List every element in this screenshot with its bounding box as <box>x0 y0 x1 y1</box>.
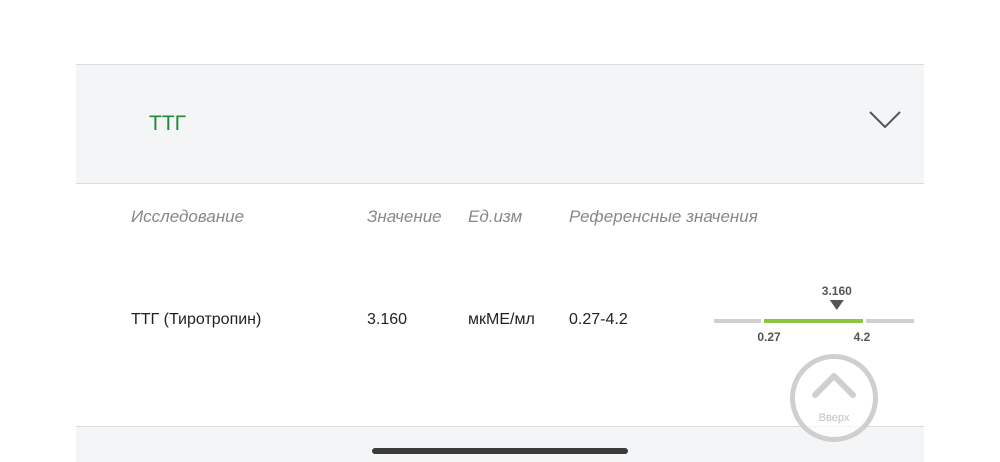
column-header-study: Исследование <box>131 207 245 226</box>
section-header-tsh[interactable]: ТТГ <box>76 64 924 184</box>
chevron-down-icon[interactable] <box>868 109 902 131</box>
row-reference: 0.27-4.2 <box>569 311 628 328</box>
next-section-divider <box>76 426 924 462</box>
range-min-label: 0.27 <box>757 330 781 344</box>
scroll-to-top-label: Вверх <box>818 412 850 424</box>
row-unit: мкМЕ/мл <box>468 311 535 328</box>
chevron-up-icon <box>812 373 856 398</box>
range-max-label: 4.2 <box>854 330 871 344</box>
page: ТТГ Исследование Значение Ед.изм Референ… <box>0 0 1000 462</box>
range-value-label: 3.160 <box>822 284 852 298</box>
column-header-reference: Референсные значения <box>569 207 758 226</box>
column-header-value: Значение <box>367 207 442 226</box>
range-bar-high <box>866 319 914 323</box>
home-indicator <box>372 448 628 454</box>
row-study-name: ТТГ (Тиротропин) <box>131 311 262 328</box>
scroll-to-top-button[interactable]: Вверх <box>790 354 878 442</box>
section-title: ТТГ <box>149 112 187 135</box>
range-bar-low <box>714 319 761 323</box>
row-value: 3.160 <box>367 311 408 328</box>
range-bar-normal <box>764 319 863 323</box>
range-value-marker <box>829 300 844 310</box>
column-header-unit: Ед.изм <box>468 207 523 226</box>
reference-range-indicator: 3.160 0.27 4.2 <box>714 282 914 348</box>
